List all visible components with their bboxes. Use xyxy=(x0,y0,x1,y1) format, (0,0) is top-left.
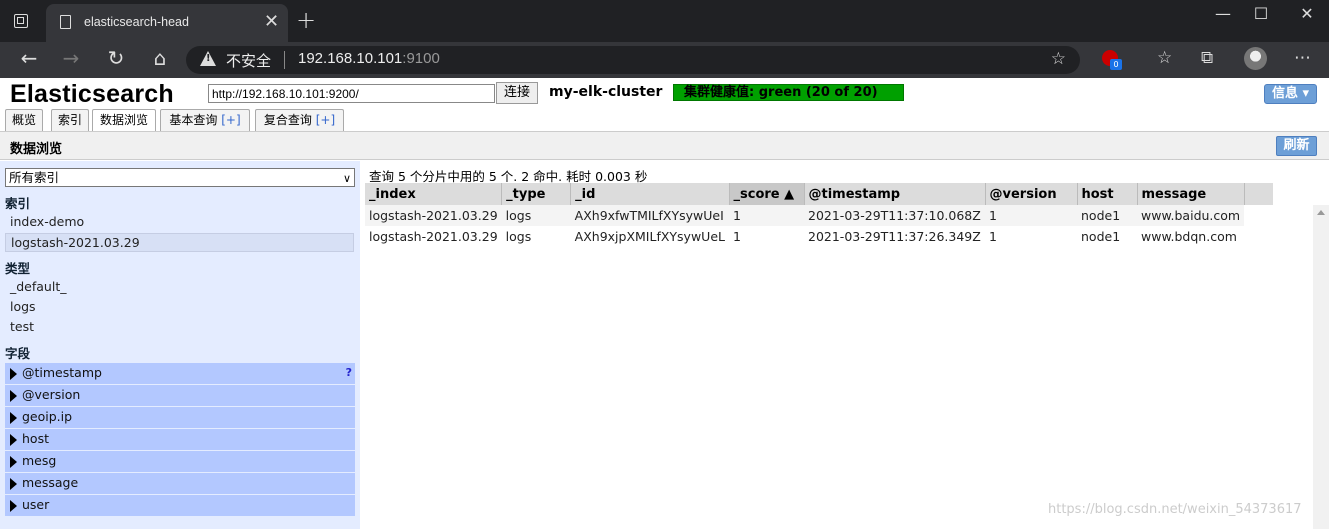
window-close-icon[interactable]: ✕ xyxy=(1284,4,1329,23)
table-row[interactable]: logstash-2021.03.29 logs AXh9xjpXMILfXYs… xyxy=(365,226,1273,247)
table-cell: logs xyxy=(501,205,571,226)
new-tab-icon[interactable]: + xyxy=(296,6,316,34)
column-header-filler xyxy=(1244,183,1274,205)
table-cell: 1 xyxy=(729,205,804,226)
field-item[interactable]: @version xyxy=(5,385,355,406)
favorites-icon[interactable]: ☆ xyxy=(1157,48,1172,68)
field-item[interactable]: user xyxy=(5,495,355,516)
column-header[interactable]: _type xyxy=(501,183,572,205)
sidebar-index-item[interactable]: logstash-2021.03.29 xyxy=(5,233,354,252)
elasticsearch-head-app: Elasticsearch 连接 my-elk-cluster 集群健康值: g… xyxy=(0,78,1329,529)
table-cell: www.bdqn.com xyxy=(1141,229,1237,244)
expand-triangle-icon xyxy=(10,478,17,490)
table-cell: AXh9xfwTMILfXYsywUeI xyxy=(570,205,729,226)
warning-icon[interactable] xyxy=(200,51,216,66)
expand-triangle-icon xyxy=(10,390,17,402)
profile-avatar[interactable] xyxy=(1244,47,1267,70)
sidebar-type-item[interactable]: test xyxy=(5,318,354,337)
divider xyxy=(284,51,285,69)
vertical-scrollbar[interactable] xyxy=(1313,205,1329,529)
refresh-button[interactable]: 刷新 xyxy=(1276,136,1317,156)
security-label[interactable]: 不安全 xyxy=(226,50,271,71)
back-icon[interactable]: ← xyxy=(14,46,44,70)
help-icon[interactable]: ? xyxy=(346,363,352,383)
reload-icon[interactable]: ↻ xyxy=(101,46,131,70)
field-item[interactable]: host xyxy=(5,429,355,450)
collections-icon[interactable]: ⧉ xyxy=(1201,48,1213,68)
types-header: 类型 xyxy=(5,261,31,276)
cluster-health-badge: 集群健康值: green (20 of 20) xyxy=(673,84,904,101)
close-tab-icon[interactable]: ✕ xyxy=(264,11,279,32)
indices-header: 索引 xyxy=(5,196,31,211)
cluster-name: my-elk-cluster xyxy=(549,84,663,100)
add-tab-icon[interactable]: [+] xyxy=(221,113,240,127)
url-text[interactable]: 192.168.10.101:9100 xyxy=(298,50,440,67)
sidebar-type-item[interactable]: logs xyxy=(5,298,354,317)
forward-icon[interactable]: → xyxy=(56,46,86,70)
field-item[interactable]: message xyxy=(5,473,355,494)
table-header-row: _index _type _id _score ▲ @timestamp @ve… xyxy=(365,183,1274,205)
column-header[interactable]: @timestamp xyxy=(804,183,986,205)
browser-tab[interactable]: elasticsearch-head ✕ xyxy=(46,4,288,42)
tab-title: elasticsearch-head xyxy=(84,15,189,29)
info-button[interactable]: 信息 ▾ xyxy=(1264,84,1317,104)
table-cell: node1 xyxy=(1081,229,1121,244)
table-cell: 2021-03-29T11:37:10.068Z xyxy=(804,205,985,226)
address-bar[interactable]: 不安全 192.168.10.101:9100 ☆ xyxy=(186,46,1080,74)
column-header[interactable]: message xyxy=(1137,183,1245,205)
table-cell: www.baidu.com xyxy=(1137,205,1245,226)
connection-url-input[interactable] xyxy=(208,84,495,103)
table-cell: logs xyxy=(505,229,532,244)
fields-header: 字段 xyxy=(5,346,31,361)
sidebar-type-item[interactable]: _default_ xyxy=(5,278,354,297)
browser-toolbar: ← → ↻ ⌂ 不安全 192.168.10.101:9100 ☆ xyxy=(0,42,1329,78)
field-item[interactable]: geoip.ip xyxy=(5,407,355,428)
tab-overview[interactable]: 概览 xyxy=(5,109,43,131)
tab-data-browser[interactable]: 数据浏览 xyxy=(92,109,156,132)
home-icon[interactable]: ⌂ xyxy=(145,46,175,70)
column-header-sorted[interactable]: _score ▲ xyxy=(729,183,805,205)
column-header[interactable]: _index xyxy=(365,183,503,205)
sidebar-index-item[interactable]: index-demo xyxy=(5,213,354,232)
column-header[interactable]: _id xyxy=(570,183,730,205)
index-select[interactable]: 所有索引 ∨ xyxy=(5,168,355,187)
field-item[interactable]: mesg xyxy=(5,451,355,472)
maximize-icon[interactable]: ☐ xyxy=(1238,4,1284,23)
section-header: 数据浏览 刷新 xyxy=(0,131,1329,160)
connect-button[interactable]: 连接 xyxy=(496,82,538,104)
column-header[interactable]: @version xyxy=(985,183,1078,205)
browser-titlebar: elasticsearch-head ✕ + — ☐ ✕ xyxy=(0,0,1329,42)
app-logo: Elasticsearch xyxy=(10,80,174,108)
expand-triangle-icon xyxy=(10,412,17,424)
table-cell: 1 xyxy=(985,205,1077,226)
tab-indices[interactable]: 索引 xyxy=(51,109,89,131)
table-cell: logstash-2021.03.29 xyxy=(365,205,502,226)
add-tab-icon[interactable]: [+] xyxy=(316,113,335,127)
extension-badge: 0 xyxy=(1110,59,1122,70)
column-header[interactable]: host xyxy=(1077,183,1138,205)
chevron-down-icon: ∨ xyxy=(342,172,351,185)
field-item[interactable]: @timestamp? xyxy=(5,363,355,384)
tab-basic-query[interactable]: 基本查询 [+] xyxy=(160,109,250,131)
sidebar: 所有索引 ∨ 索引 index-demo logstash-2021.03.29 … xyxy=(0,161,360,529)
table-row[interactable]: logstash-2021.03.29 logs AXh9xfwTMILfXYs… xyxy=(365,205,1274,226)
table-cell: node1 xyxy=(1077,205,1137,226)
section-title: 数据浏览 xyxy=(10,142,63,157)
table-cell: logstash-2021.03.29 xyxy=(369,229,498,244)
table-cell: 1 xyxy=(733,229,741,244)
window-menu-icon[interactable] xyxy=(14,14,28,28)
table-cell: AXh9xjpXMILfXYsywUeL xyxy=(574,229,725,244)
expand-triangle-icon xyxy=(10,500,17,512)
expand-triangle-icon xyxy=(10,368,17,380)
results-table: _index _type _id _score ▲ @timestamp @ve… xyxy=(365,183,1274,247)
table-cell: 2021-03-29T11:37:26.349Z xyxy=(808,229,981,244)
expand-triangle-icon xyxy=(10,434,17,446)
table-cell: 1 xyxy=(989,229,997,244)
more-menu-icon[interactable]: ⋯ xyxy=(1294,48,1311,68)
tab-compound-query[interactable]: 复合查询 [+] xyxy=(255,109,344,131)
watermark: https://blog.csdn.net/weixin_54373617 xyxy=(1048,502,1302,517)
page-icon xyxy=(60,15,71,29)
expand-triangle-icon xyxy=(10,456,17,468)
add-favorite-icon[interactable]: ☆ xyxy=(1051,49,1066,69)
